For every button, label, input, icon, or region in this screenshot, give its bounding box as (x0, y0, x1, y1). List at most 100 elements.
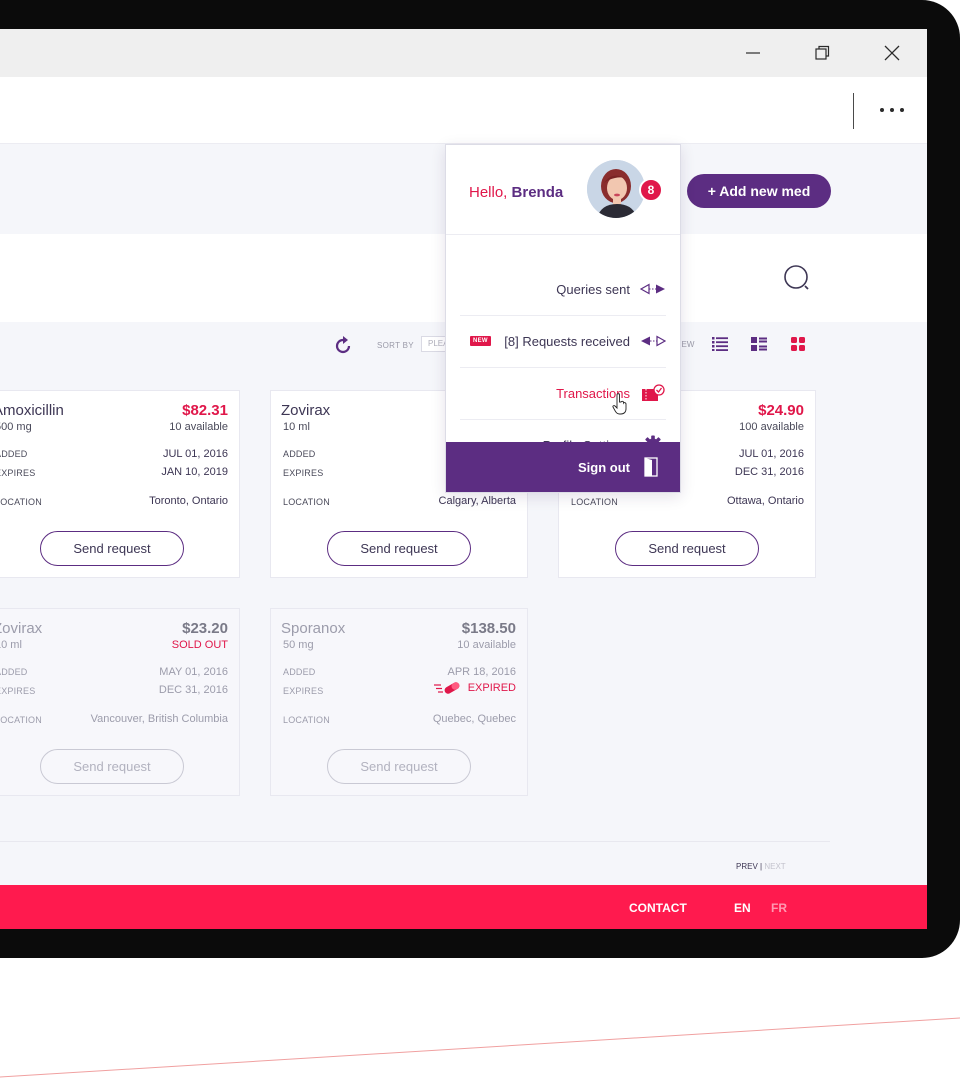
menu-divider (446, 234, 680, 235)
added-label: ADDED (283, 449, 316, 459)
send-request-button[interactable]: Send request (40, 531, 184, 566)
requests-received-icon (641, 335, 666, 347)
expires-label: EXPIRES (0, 686, 36, 696)
med-price: $24.90 (758, 402, 804, 419)
user-menu-header: Hello, Brenda 8 (446, 145, 680, 234)
detail-view-icon (751, 337, 767, 351)
send-request-button[interactable]: Send request (615, 531, 759, 566)
added-date: JUL 01, 2016 (738, 448, 804, 460)
send-request-button[interactable]: Send request (327, 531, 471, 566)
med-price: $23.20 (182, 620, 228, 637)
close-button[interactable] (877, 39, 907, 67)
user-avatar-image (587, 160, 645, 218)
notification-badge: 8 (639, 178, 663, 202)
menu-item-requests-received[interactable]: NEW [8] Requests received (460, 315, 666, 367)
app-window: + Add new med SORT BY PLEASE SELECT VIEW (0, 29, 927, 929)
header-divider (853, 93, 854, 129)
med-price: $82.31 (182, 402, 228, 419)
menu-item-queries-sent[interactable]: Queries sent (460, 263, 666, 315)
language-fr-link[interactable]: FR (771, 901, 787, 915)
med-availability: 100 available (739, 421, 804, 433)
med-dose: 50 mg (283, 639, 314, 651)
detail-view-button[interactable] (749, 334, 769, 354)
app-header (0, 77, 927, 144)
added-label: ADDED (0, 449, 28, 459)
new-badge: NEW (470, 336, 491, 346)
med-name: Zovirax (281, 402, 331, 419)
desk-edge-line (0, 1017, 960, 1078)
med-availability: 10 available (169, 421, 228, 433)
location-value: Ottawa, Ontario (726, 495, 804, 507)
footer: CONTACT EN FR (0, 885, 927, 929)
contact-link[interactable]: CONTACT (629, 901, 687, 915)
location-label: LOCATION (283, 497, 330, 507)
next-page-link[interactable]: NEXT (764, 862, 785, 871)
sort-by-label: SORT BY (377, 341, 414, 350)
location-value: Toronto, Ontario (149, 495, 228, 507)
menu-item-label: Queries sent (556, 281, 630, 297)
location-label: LOCATION (571, 497, 618, 507)
location-label: LOCATION (0, 497, 42, 507)
sign-out-button[interactable]: Sign out (446, 442, 680, 492)
user-greeting: Hello, Brenda (469, 184, 564, 201)
list-view-icon (712, 337, 728, 351)
med-name: Sporanox (281, 620, 346, 637)
expired-label: EXPIRED (467, 682, 516, 694)
search-button[interactable] (784, 265, 812, 293)
minimize-icon (746, 52, 760, 54)
location-value: Quebec, Quebec (432, 713, 516, 725)
med-dose: 10 ml (283, 421, 310, 433)
med-dose: 500 mg (0, 421, 32, 433)
close-icon (884, 45, 900, 61)
hand-cursor-icon (612, 393, 627, 415)
menu-item-transactions[interactable]: Transactions (460, 367, 666, 419)
sold-out-status: SOLD OUT (171, 639, 228, 651)
med-dose: 10 ml (0, 639, 22, 651)
prev-page-link[interactable]: PREV (736, 862, 758, 871)
search-icon (784, 265, 809, 290)
expires-date: DEC 31, 2016 (734, 466, 804, 478)
refresh-button[interactable] (334, 335, 354, 355)
expires-label: EXPIRES (283, 686, 324, 696)
queries-sent-icon (640, 283, 665, 295)
refresh-icon (335, 336, 351, 354)
location-label: LOCATION (283, 715, 330, 725)
user-menu-dropdown: Hello, Brenda 8 Queries sent NEW [8] Req… (445, 144, 681, 493)
pagination-divider (0, 841, 830, 842)
med-name: Amoxicillin (0, 402, 64, 419)
expires-label: EXPIRES (0, 468, 36, 478)
send-request-button[interactable]: Send request (40, 749, 184, 784)
door-icon (644, 457, 658, 477)
grid-view-icon (791, 337, 805, 351)
add-new-med-button[interactable]: + Add new med (687, 174, 831, 208)
med-price: $138.50 (461, 620, 516, 637)
grid-view-button[interactable] (788, 334, 808, 354)
restore-button[interactable] (807, 39, 837, 67)
expires-label: EXPIRES (283, 468, 324, 478)
avatar[interactable] (587, 160, 645, 218)
restore-icon (815, 45, 830, 60)
window-titlebar (0, 29, 927, 77)
med-availability: 10 available (457, 639, 516, 651)
location-value: Vancouver, British Columbia (90, 713, 228, 725)
med-card: Amoxicillin 500 mg $82.31 10 available A… (0, 390, 240, 578)
expired-status: EXPIRED (433, 681, 516, 695)
minimize-button[interactable] (738, 39, 768, 67)
send-request-button[interactable]: Send request (327, 749, 471, 784)
location-label: LOCATION (0, 715, 42, 725)
med-name: Zovirax (0, 620, 43, 637)
added-date: MAY 01, 2016 (159, 666, 228, 678)
location-value: Calgary, Alberta (438, 495, 516, 507)
more-menu-button[interactable] (872, 99, 912, 121)
pagination: PREV | NEXT (736, 862, 786, 871)
device-frame: + Add new med SORT BY PLEASE SELECT VIEW (0, 0, 960, 1078)
med-card: Sporanox 50 mg $138.50 10 available ADDE… (270, 608, 528, 796)
added-date: JUL 01, 2016 (162, 448, 228, 460)
language-en-link[interactable]: EN (734, 901, 751, 915)
more-horizontal-icon (880, 108, 884, 112)
added-date: APR 18, 2016 (447, 666, 517, 678)
user-name: Brenda (511, 184, 564, 201)
list-view-button[interactable] (710, 334, 730, 354)
med-card: Zovirax 10 ml $23.20 SOLD OUT ADDED MAY … (0, 608, 240, 796)
pill-icon (433, 682, 460, 694)
